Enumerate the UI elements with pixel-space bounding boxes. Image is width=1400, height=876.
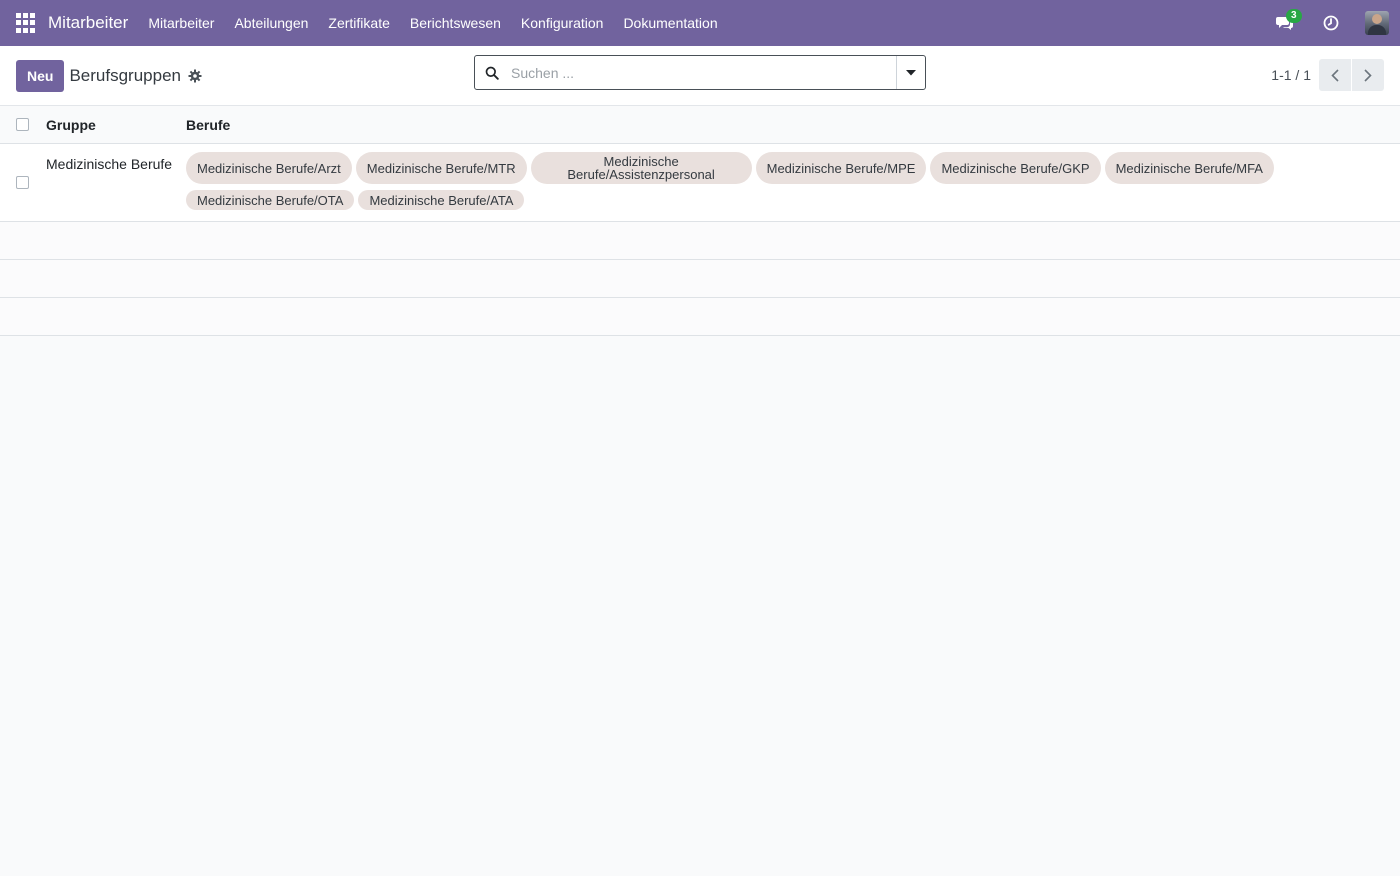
profession-tag: Medizinische Berufe/Assistenzpersonal <box>530 152 752 184</box>
menu-abteilungen[interactable]: Abteilungen <box>234 15 308 31</box>
caret-down-icon <box>906 69 916 75</box>
search-input[interactable] <box>509 64 896 81</box>
user-menu[interactable] <box>1354 0 1400 46</box>
clock-icon <box>1323 15 1339 31</box>
menu-konfiguration[interactable]: Konfiguration <box>521 15 604 31</box>
profession-tag: Medizinische Berufe/ATA <box>358 190 525 210</box>
empty-row <box>0 260 1400 298</box>
gear-icon[interactable] <box>188 69 202 83</box>
chat-button[interactable]: 3 <box>1262 0 1308 46</box>
app-menu-grid-icon[interactable] <box>16 13 36 33</box>
menu-mitarbeiter[interactable]: Mitarbeiter <box>148 15 214 31</box>
new-button[interactable]: Neu <box>16 59 65 92</box>
app-brand[interactable]: Mitarbeiter <box>48 13 128 33</box>
empty-row <box>0 298 1400 336</box>
profession-tag: Medizinische Berufe/OTA <box>186 190 355 210</box>
search-bar <box>474 55 926 90</box>
professions-cell: Medizinische Berufe/Arzt Medizinische Be… <box>186 144 1400 221</box>
profession-tag: Medizinische Berufe/MTR <box>355 152 527 184</box>
table-header: Gruppe Berufe <box>0 106 1400 144</box>
menu-berichtswesen[interactable]: Berichtswesen <box>410 15 501 31</box>
group-cell: Medizinische Berufe <box>46 156 173 172</box>
list-view: Gruppe Berufe Medizinische Berufe Medizi… <box>0 106 1400 336</box>
top-navbar: Mitarbeiter Mitarbeiter Abteilungen Zert… <box>0 0 1400 46</box>
select-all-checkbox[interactable] <box>16 118 29 131</box>
table-row[interactable]: Medizinische Berufe Medizinische Berufe/… <box>0 144 1400 222</box>
chevron-left-icon <box>1331 68 1339 82</box>
chat-count-badge: 3 <box>1286 9 1302 23</box>
profession-tag: Medizinische Berufe/MPE <box>755 152 927 184</box>
pager-next-button[interactable] <box>1352 59 1384 91</box>
header-checkbox-cell <box>0 118 46 131</box>
search-icon <box>475 56 509 89</box>
row-checkbox[interactable] <box>16 176 29 189</box>
page-title: Berufsgruppen <box>69 65 181 85</box>
avatar <box>1365 11 1389 35</box>
pager-value[interactable]: 1-1 / 1 <box>1271 67 1311 83</box>
navbar-systray: 3 <box>1262 0 1400 46</box>
control-panel: Neu Berufsgruppen Suchen ... 1-1 / 1 <box>0 46 1400 106</box>
column-header-group[interactable]: Gruppe <box>46 117 186 133</box>
profession-tag: Medizinische Berufe/Arzt <box>186 152 352 184</box>
chevron-right-icon <box>1364 68 1372 82</box>
pager: 1-1 / 1 <box>1271 59 1384 91</box>
menu-dokumentation[interactable]: Dokumentation <box>623 15 717 31</box>
profession-tag: Medizinische Berufe/MFA <box>1104 152 1274 184</box>
pager-previous-button[interactable] <box>1319 59 1351 91</box>
activity-button[interactable] <box>1308 0 1354 46</box>
menu-zertifikate[interactable]: Zertifikate <box>328 15 389 31</box>
empty-row <box>0 222 1400 260</box>
column-header-professions[interactable]: Berufe <box>186 117 1400 133</box>
row-checkbox-cell <box>0 144 46 221</box>
profession-tag: Medizinische Berufe/GKP <box>930 152 1101 184</box>
search-options-toggle[interactable] <box>896 56 925 89</box>
